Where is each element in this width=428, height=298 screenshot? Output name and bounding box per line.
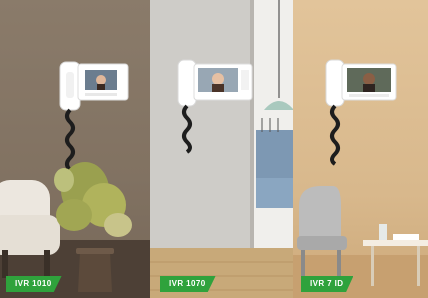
model-label: IVR 1010: [6, 276, 62, 292]
model-label: IVR 7 ID: [301, 276, 354, 292]
intercom-monitor-icon: [193, 63, 253, 101]
panel-ivr-1010: IVR 1010: [0, 0, 150, 298]
scene-3: [293, 59, 428, 298]
handset-icon: [177, 59, 197, 107]
handset-icon: [59, 61, 81, 111]
model-label: IVR 1070: [160, 276, 216, 292]
cabinet: [256, 130, 293, 178]
intercom-monitor-icon: [77, 63, 129, 101]
handset-icon: [325, 59, 345, 107]
panel-ivr-7-id: IVR 7 ID: [293, 0, 428, 298]
coiled-cord: [330, 104, 340, 166]
product-banner: IVR 1010 IVR 1070 IVR 7 ID: [0, 0, 428, 298]
scene-1: [0, 0, 150, 298]
scene-2: [150, 0, 293, 298]
intercom-monitor-icon: [341, 63, 397, 101]
panel-ivr-1070: IVR 1070: [150, 0, 293, 298]
